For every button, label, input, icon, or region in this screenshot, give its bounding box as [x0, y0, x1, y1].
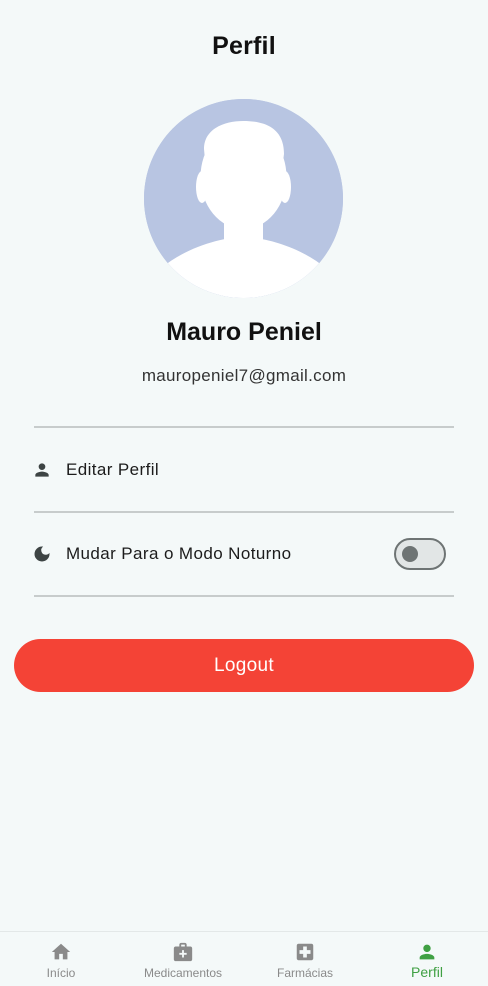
person-icon	[32, 460, 52, 480]
dark-mode-item[interactable]: Mudar Para o Modo Noturno	[34, 513, 454, 595]
logout-button[interactable]: Logout	[14, 639, 474, 692]
dark-mode-label: Mudar Para o Modo Noturno	[66, 544, 292, 563]
nav-item-farmacias[interactable]: Farmácias	[244, 932, 366, 986]
nav-item-inicio[interactable]: Início	[0, 932, 122, 986]
divider	[34, 426, 454, 428]
divider	[34, 595, 454, 597]
bottom-navigation: Início Medicamentos Farmácias Perfil	[0, 931, 488, 986]
nav-item-medicamentos[interactable]: Medicamentos	[122, 932, 244, 986]
dark-mode-toggle[interactable]	[394, 538, 446, 570]
page-title: Perfil	[212, 32, 276, 60]
avatar-placeholder-icon	[144, 99, 343, 298]
edit-profile-item[interactable]: Editar Perfil	[34, 429, 454, 511]
profile-name: Mauro Peniel	[166, 318, 322, 346]
medical-bag-icon	[173, 942, 193, 962]
profile-screen: Perfil Mauro Peniel mauropeniel7@gmail.c…	[0, 0, 488, 986]
nav-label: Farmácias	[276, 966, 333, 980]
toggle-knob	[402, 546, 418, 562]
home-icon	[51, 943, 71, 960]
hospital-cross-icon	[296, 943, 314, 961]
person-icon	[419, 944, 435, 960]
avatar	[144, 99, 343, 298]
moon-icon	[32, 544, 52, 564]
nav-item-perfil[interactable]: Perfil	[366, 932, 488, 986]
edit-profile-label: Editar Perfil	[66, 460, 160, 479]
nav-label: Medicamentos	[143, 966, 223, 980]
nav-label: Perfil	[411, 964, 443, 980]
nav-label: Início	[46, 966, 76, 980]
profile-email: mauropeniel7@gmail.com	[141, 366, 347, 385]
